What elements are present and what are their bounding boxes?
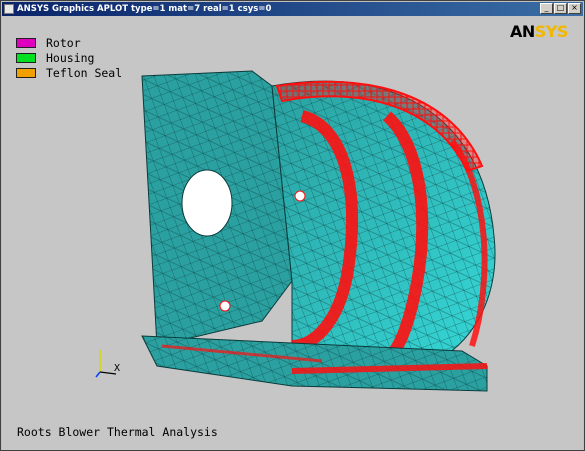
legend-label: Teflon Seal (46, 66, 123, 80)
window-title: ANSYS Graphics APLOT type=1 mat=7 real=1… (17, 4, 272, 14)
legend-label: Rotor (46, 36, 81, 50)
bolt-hole (294, 190, 306, 202)
close-button[interactable]: × (568, 3, 581, 14)
material-legend: Rotor Housing Teflon Seal (16, 36, 122, 81)
title-bar[interactable]: ANSYS Graphics APLOT type=1 mat=7 real=1… (2, 2, 583, 16)
graphics-viewport[interactable]: Rotor Housing Teflon Seal ANSYS X Roots … (2, 16, 583, 450)
legend-item-rotor: Rotor (16, 36, 122, 50)
maximize-button[interactable]: □ (554, 3, 567, 14)
plot-caption: Roots Blower Thermal Analysis (17, 425, 218, 439)
mesh-model[interactable] (122, 46, 522, 406)
x-axis-label: X (114, 363, 121, 374)
axis-triad: X (94, 346, 124, 382)
ansys-logo: ANSYS (510, 22, 568, 41)
app-icon (4, 4, 14, 14)
legend-label: Housing (46, 51, 95, 65)
legend-swatch (16, 38, 36, 48)
bore-hole (181, 169, 233, 237)
bolt-hole (219, 300, 231, 312)
ansys-graphics-window: ANSYS Graphics APLOT type=1 mat=7 real=1… (0, 0, 585, 451)
legend-item-teflon-seal: Teflon Seal (16, 66, 122, 80)
legend-swatch (16, 53, 36, 63)
legend-item-housing: Housing (16, 51, 122, 65)
minimize-button[interactable]: _ (540, 3, 553, 14)
legend-swatch (16, 68, 36, 78)
